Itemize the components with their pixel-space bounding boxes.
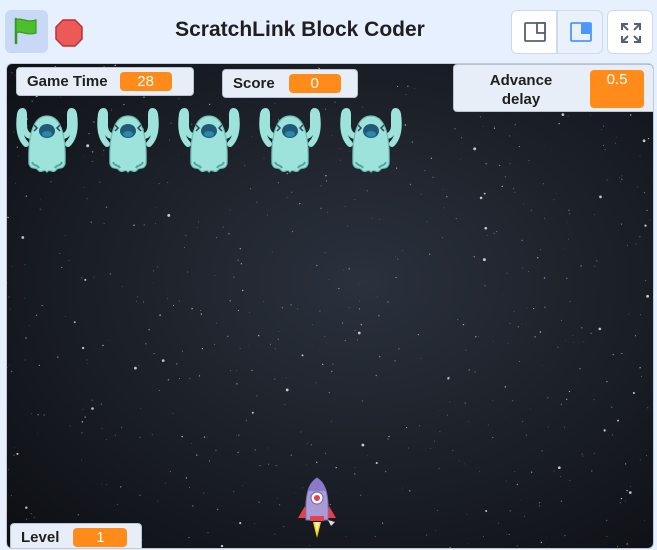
level-value: 1	[73, 528, 128, 547]
game-time-monitor[interactable]: Game Time 28	[16, 67, 194, 96]
ghost-enemy-sprite[interactable]	[95, 104, 161, 176]
game-time-label: Game Time	[27, 73, 108, 90]
green-flag-button[interactable]	[5, 10, 48, 53]
stop-button[interactable]	[51, 10, 88, 53]
ghost-enemy-sprite[interactable]	[257, 104, 323, 176]
game-time-value: 28	[119, 72, 172, 91]
app-title: ScratchLink Block Coder	[175, 18, 425, 41]
advance-delay-label: Advance delay	[489, 72, 553, 108]
score-monitor[interactable]: Score 0	[222, 69, 358, 98]
large-stage-icon	[570, 22, 592, 42]
small-stage-icon	[524, 22, 546, 42]
advance-delay-value: 0.5	[590, 70, 644, 108]
ghost-enemy-sprite[interactable]	[338, 104, 404, 176]
stage-header: ScratchLink Block Coder	[0, 0, 657, 62]
small-stage-button[interactable]	[511, 10, 557, 54]
stop-sign-icon	[55, 19, 83, 47]
green-flag-icon	[14, 17, 37, 45]
level-monitor[interactable]: Level 1	[10, 523, 142, 548]
rocket-ship-sprite[interactable]	[295, 476, 339, 540]
large-stage-button[interactable]	[557, 10, 603, 54]
ghost-enemy-sprite[interactable]	[176, 104, 242, 176]
advance-delay-monitor[interactable]: Advance delay 0.5	[453, 64, 653, 112]
level-label: Level	[21, 529, 60, 546]
ghost-enemy-sprite[interactable]	[14, 104, 80, 176]
fullscreen-icon	[621, 23, 641, 43]
score-label: Score	[233, 75, 275, 92]
score-value: 0	[288, 74, 341, 93]
fullscreen-button[interactable]	[607, 10, 653, 54]
game-stage[interactable]: Game Time 28 Score 0 Advance delay 0.5 L…	[6, 63, 654, 549]
